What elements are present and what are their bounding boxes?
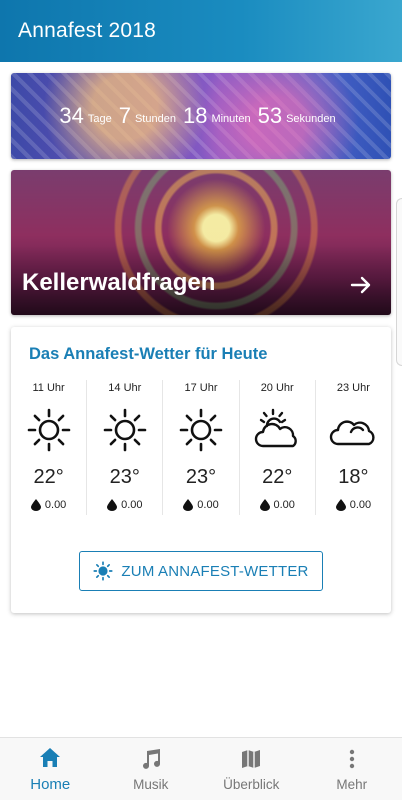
annafest-weather-button[interactable]: ZUM ANNAFEST-WETTER <box>79 551 323 591</box>
nav-item-label: Home <box>30 775 71 793</box>
forecast-item: 14 Uhr 23° 0.00 <box>87 380 164 515</box>
sun-icon <box>179 408 223 452</box>
forecast-item: 23 Uhr 18° 0.00 <box>316 380 391 515</box>
nav-item-musik[interactable]: Musik <box>101 738 202 800</box>
countdown-days-label: Tage <box>87 113 112 125</box>
nav-item-ueberblick[interactable]: Überblick <box>201 738 302 800</box>
countdown-seconds-label: Sekunden <box>286 113 336 125</box>
forecast-rain: 0.00 <box>30 499 67 511</box>
forecast-item: 20 Uhr 22° 0.00 <box>240 380 316 515</box>
forecast-rain: 0.00 <box>183 499 219 511</box>
nav-item-label: Überblick <box>223 776 280 792</box>
countdown-minutes-label: Minuten <box>211 113 251 125</box>
forecast-temp: 23° <box>185 466 217 488</box>
forecast-row: 11 Uhr 22° 0.00 14 Uhr 23° 0.00 17 Uhr 2… <box>11 380 391 515</box>
more-vertical-icon <box>349 749 354 768</box>
raindrop-icon <box>335 499 346 511</box>
home-icon <box>40 747 61 767</box>
countdown-hours: 7 <box>118 103 131 128</box>
weather-heading: Das Annafest-Wetter für Heute <box>29 345 268 363</box>
raindrop-icon <box>183 499 194 511</box>
forecast-temp: 22° <box>33 466 64 488</box>
forecast-time: 14 Uhr <box>108 382 142 394</box>
sun-icon <box>103 408 147 452</box>
app-title: Annafest 2018 <box>18 19 157 42</box>
forecast-item: 11 Uhr 22° 0.00 <box>11 380 88 515</box>
partly-cloudy-icon <box>255 408 298 448</box>
forecast-temp: 22° <box>262 466 293 488</box>
forecast-rain-value: 0.00 <box>197 499 219 511</box>
cloud-icon <box>330 420 375 446</box>
countdown-banner: 34 Tage 7 Stunden 18 Minuten 53 Sekunden <box>11 73 391 159</box>
forecast-time: 20 Uhr <box>260 382 294 394</box>
countdown-days: 34 <box>59 103 84 128</box>
countdown-hours-label: Stunden <box>134 113 176 125</box>
map-icon <box>242 749 261 768</box>
forecast-rain: 0.00 <box>259 499 295 511</box>
nav-item-home[interactable]: Home <box>0 738 101 800</box>
nav-item-label: Musik <box>133 776 169 792</box>
forecast-time: 17 Uhr <box>184 382 218 394</box>
forecast-rain-value: 0.00 <box>44 499 67 511</box>
banner-title: Kellerwaldfragen <box>22 269 216 296</box>
forecast-rain-value: 0.00 <box>121 499 143 511</box>
countdown-minutes: 18 <box>182 103 208 128</box>
weather-card: Das Annafest-Wetter für Heute 11 Uhr 22°… <box>11 327 391 613</box>
raindrop-icon <box>107 499 118 511</box>
forecast-time: 11 Uhr <box>32 382 65 394</box>
forecast-rain: 0.00 <box>335 499 372 511</box>
raindrop-icon <box>259 499 270 511</box>
forecast-rain-value: 0.00 <box>349 499 372 511</box>
arrow-right-icon <box>350 276 371 294</box>
forecast-time: 23 Uhr <box>336 382 370 394</box>
nav-item-label: Mehr <box>336 776 368 792</box>
edge-panel-handle[interactable] <box>396 198 402 366</box>
forecast-temp: 23° <box>109 466 140 488</box>
forecast-rain: 0.00 <box>107 499 143 511</box>
forecast-item: 17 Uhr 23° 0.00 <box>163 380 240 515</box>
kellerwaldfragen-card[interactable]: Kellerwaldfragen <box>11 170 391 315</box>
raindrop-icon <box>30 499 41 511</box>
music-note-icon <box>142 748 160 769</box>
sun-icon <box>93 561 114 581</box>
bottom-navigation: Home Musik Überblick Mehr <box>0 737 402 800</box>
forecast-rain-value: 0.00 <box>273 499 295 511</box>
app-bar: Annafest 2018 <box>0 0 402 62</box>
annafest-weather-button-label: ZUM ANNAFEST-WETTER <box>121 562 309 580</box>
nav-item-mehr[interactable]: Mehr <box>302 738 402 800</box>
countdown-seconds: 53 <box>257 103 283 128</box>
forecast-temp: 18° <box>338 466 369 488</box>
sun-icon <box>27 408 70 452</box>
